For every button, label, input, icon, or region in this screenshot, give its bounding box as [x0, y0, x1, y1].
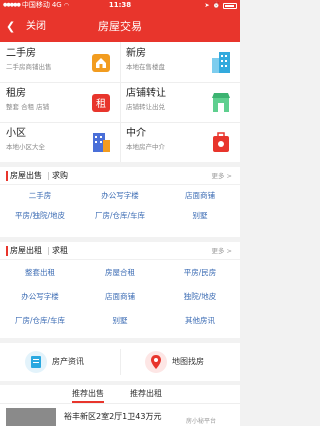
category-rent[interactable]: 租房 整套 合租 店铺 租	[0, 82, 120, 122]
rent-item[interactable]: 办公写字楼	[0, 288, 80, 306]
location-icon: ➤	[204, 2, 210, 9]
category-agent[interactable]: 中介 本地房产中介	[120, 122, 240, 162]
category-title: 店铺转让	[126, 88, 166, 99]
sale-section: 房屋出售 求购 更多 > 二手房 办公写字楼 店面商铺 平房/独院/地皮 厂房/…	[0, 167, 240, 237]
sale-item[interactable]: 二手房	[0, 187, 80, 205]
sale-item[interactable]: 店面商铺	[160, 187, 240, 205]
nav-bar: ❮ 关闭 房屋交易	[0, 11, 240, 42]
category-grid: 二手房 二手房商铺出售 新房 本地在售楼盘 租房 整套 合租 店铺 租 店铺转让…	[0, 42, 240, 162]
category-title: 中介	[126, 128, 146, 139]
map-search-button[interactable]: 地图找房	[120, 343, 240, 381]
category-shop-transfer[interactable]: 店铺转让 店铺转让出兑	[120, 82, 240, 122]
category-new-house[interactable]: 新房 本地在售楼盘	[120, 42, 240, 82]
tab-recommended-rent[interactable]: 推荐出租	[130, 385, 162, 403]
more-link[interactable]: 更多 >	[211, 171, 232, 181]
rent-item[interactable]: 房屋合租	[80, 264, 160, 282]
buildings-icon	[212, 52, 230, 73]
battery-icon	[223, 2, 237, 9]
rent-item[interactable]: 店面商铺	[80, 288, 160, 306]
section-subtitle-link[interactable]: 求购	[52, 170, 68, 182]
rent-item[interactable]: 平房/民房	[160, 264, 240, 282]
svg-text:租: 租	[96, 97, 106, 110]
rent-item[interactable]: 其他房讯	[160, 312, 240, 330]
listing-title: 裕丰新区2室2厅1卫43万元	[64, 412, 162, 421]
sale-item[interactable]: 厂房/仓库/车库	[80, 207, 160, 225]
alarm-icon: ⏰	[212, 2, 220, 9]
category-subtitle: 本地小区大全	[6, 143, 45, 151]
tools-row: 房产资讯 地图找房	[0, 343, 240, 381]
rent-item[interactable]: 别墅	[80, 312, 160, 330]
status-bar: ●●●●● 中国移动 4G ◠ 11:38 ➤ ⏰	[0, 0, 240, 11]
agent-icon	[213, 132, 229, 152]
category-subtitle: 店铺转让出兑	[126, 103, 165, 111]
rent-icon: 租	[92, 94, 110, 112]
list-item[interactable]: 裕丰新区2室2厅1卫43万元 房小秘平台	[0, 404, 240, 426]
community-icon	[93, 133, 110, 152]
watermark: 房小秘平台	[186, 418, 217, 425]
rent-item[interactable]: 厂房/仓库/车库	[0, 312, 80, 330]
category-subtitle: 本地在售楼盘	[126, 63, 165, 71]
section-title: 房屋出租	[10, 246, 42, 255]
category-second-hand[interactable]: 二手房 二手房商铺出售	[0, 42, 120, 82]
rent-item[interactable]: 独院/地皮	[160, 288, 240, 306]
house-icon	[92, 54, 110, 72]
sale-item[interactable]: 平房/独院/地皮	[0, 207, 80, 225]
category-title: 二手房	[6, 48, 36, 59]
page-title: 房屋交易	[98, 20, 142, 33]
category-title: 新房	[126, 48, 146, 59]
category-subtitle: 整套 合租 店铺	[6, 103, 50, 111]
category-community[interactable]: 小区 本地小区大全	[0, 122, 120, 162]
category-title: 小区	[6, 128, 26, 139]
sale-item[interactable]: 办公写字楼	[80, 187, 160, 205]
tool-label: 地图找房	[172, 357, 204, 366]
map-pin-icon	[145, 351, 167, 373]
section-subtitle-link[interactable]: 求租	[52, 245, 68, 257]
tool-label: 房产资讯	[52, 357, 84, 366]
category-subtitle: 二手房商铺出售	[6, 63, 52, 71]
news-icon	[25, 351, 47, 373]
shop-icon	[212, 93, 230, 112]
sale-item[interactable]: 别墅	[160, 207, 240, 225]
listing-tabs: 推荐出售 推荐出租	[0, 385, 240, 403]
real-estate-news-button[interactable]: 房产资讯	[0, 343, 120, 381]
category-subtitle: 本地房产中介	[126, 143, 165, 151]
section-title: 房屋出售	[10, 171, 42, 180]
tab-recommended-sale[interactable]: 推荐出售	[72, 385, 104, 403]
listing-thumbnail	[6, 408, 56, 426]
rent-item[interactable]: 整套出租	[0, 264, 80, 282]
rent-section: 房屋出租 求租 更多 > 整套出租 房屋合租 平房/民房 办公写字楼 店面商铺 …	[0, 242, 240, 338]
category-title: 租房	[6, 88, 26, 99]
more-link[interactable]: 更多 >	[211, 246, 232, 256]
